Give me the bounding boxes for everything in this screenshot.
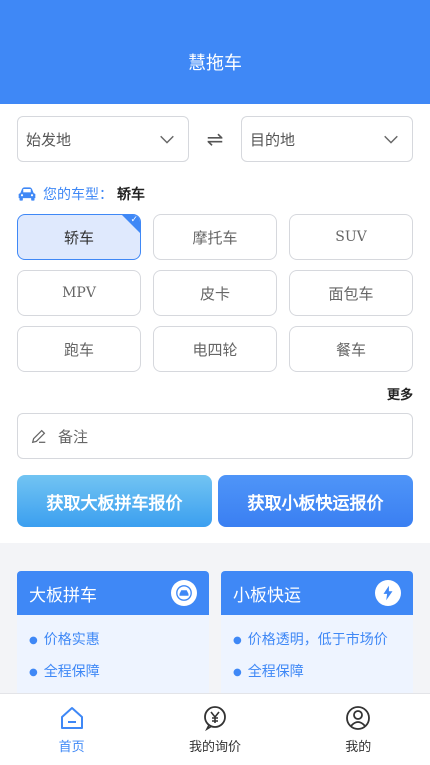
vehicle-option-label: 跑车 (63, 340, 94, 359)
user-icon (346, 706, 371, 730)
vehicle-option-sedan[interactable]: 轿车 ✓ (17, 214, 141, 260)
service-cards: 大板拼车 ● 价格实惠 ● 全程保障 小板快运 ● 价格透明，低于市场价 ● 全程 (0, 543, 430, 701)
car-type-label: 您的车型： (43, 187, 113, 203)
chevron-down-icon (160, 135, 174, 144)
destination-placeholder: 目的地 (250, 130, 296, 149)
home-icon (60, 707, 83, 729)
feature-item: ● 价格实惠 (29, 632, 100, 648)
feature-item: ● 价格透明，低于市场价 (233, 632, 388, 648)
origin-select[interactable]: 始发地 (17, 116, 189, 162)
feature-item: ● 全程保障 (29, 664, 100, 680)
chevron-down-icon (384, 135, 398, 144)
vehicle-option-pickup[interactable]: 皮卡 (153, 270, 277, 316)
yen-chat-icon (204, 706, 226, 732)
vehicle-option-label: 餐车 (335, 340, 366, 359)
feature-item: ● 全程保障 (233, 664, 304, 680)
car-type-value: 轿车 (117, 187, 145, 203)
pencil-icon (31, 429, 46, 444)
vehicle-option-label: 电四轮 (192, 340, 238, 359)
vehicle-option-van[interactable]: 面包车 (289, 270, 413, 316)
vehicle-option-motorcycle[interactable]: 摩托车 (153, 214, 277, 260)
vehicle-option-label: MPV (62, 285, 96, 301)
card-body: ● 价格实惠 ● 全程保障 (17, 615, 209, 701)
vehicle-option-label: 皮卡 (199, 284, 230, 303)
vehicle-option-label: 轿车 (63, 228, 94, 247)
vehicle-option-electric-quad[interactable]: 电四轮 (153, 326, 277, 372)
page-title: 慧拖车 (188, 53, 242, 74)
card-title: 小板快运 (233, 585, 301, 606)
card-title: 大板拼车 (29, 585, 97, 606)
bottom-tab-bar: 首页 我的询价 我的 (0, 693, 430, 765)
tab-label: 我的 (345, 740, 372, 755)
tab-label: 首页 (58, 740, 85, 755)
swap-icon[interactable]: ⇌ (189, 127, 241, 151)
order-form: 始发地 ⇌ 目的地 您的车型： 轿车 轿车 ✓ 摩托车 SUV MPV 皮卡 面… (0, 104, 430, 543)
car-icon (18, 187, 36, 201)
more-row: 更多 (17, 384, 413, 403)
remark-placeholder: 备注 (58, 427, 89, 446)
vehicle-option-mpv[interactable]: MPV (17, 270, 141, 316)
tab-mine[interactable]: 我的 (298, 704, 418, 755)
origin-placeholder: 始发地 (26, 130, 72, 149)
app-header: 慧拖车 (0, 0, 430, 104)
car-badge-icon (171, 580, 197, 606)
vehicle-option-label: 面包车 (328, 284, 374, 303)
card-body: ● 价格透明，低于市场价 ● 全程保障 (221, 615, 413, 701)
tab-home[interactable]: 首页 (12, 704, 132, 755)
small-board-quote-button[interactable]: 获取小板快运报价 (218, 475, 413, 527)
vehicle-option-label: 摩托车 (192, 228, 238, 247)
car-type-line: 您的车型： 轿车 (17, 184, 413, 204)
quote-buttons: 获取大板拼车报价 获取小板快运报价 (17, 475, 413, 527)
lightning-icon (375, 580, 401, 606)
tab-label: 我的询价 (188, 740, 241, 755)
remark-input[interactable]: 备注 (17, 413, 413, 459)
vehicle-option-suv[interactable]: SUV (289, 214, 413, 260)
vehicle-option-food-truck[interactable]: 餐车 (289, 326, 413, 372)
tab-my-inquiries[interactable]: 我的询价 (155, 704, 275, 755)
card-header: 大板拼车 (17, 571, 209, 615)
vehicle-option-label: SUV (335, 229, 367, 245)
big-board-quote-button[interactable]: 获取大板拼车报价 (17, 475, 212, 527)
more-link[interactable]: 更多 (387, 388, 413, 403)
card-header: 小板快运 (221, 571, 413, 615)
big-board-card[interactable]: 大板拼车 ● 价格实惠 ● 全程保障 (17, 571, 209, 701)
vehicle-option-sports-car[interactable]: 跑车 (17, 326, 141, 372)
small-board-card[interactable]: 小板快运 ● 价格透明，低于市场价 ● 全程保障 (221, 571, 413, 701)
destination-select[interactable]: 目的地 (241, 116, 413, 162)
route-row: 始发地 ⇌ 目的地 (17, 116, 413, 162)
check-icon: ✓ (130, 215, 138, 225)
vehicle-grid: 轿车 ✓ 摩托车 SUV MPV 皮卡 面包车 跑车 电四轮 餐车 (17, 214, 413, 372)
